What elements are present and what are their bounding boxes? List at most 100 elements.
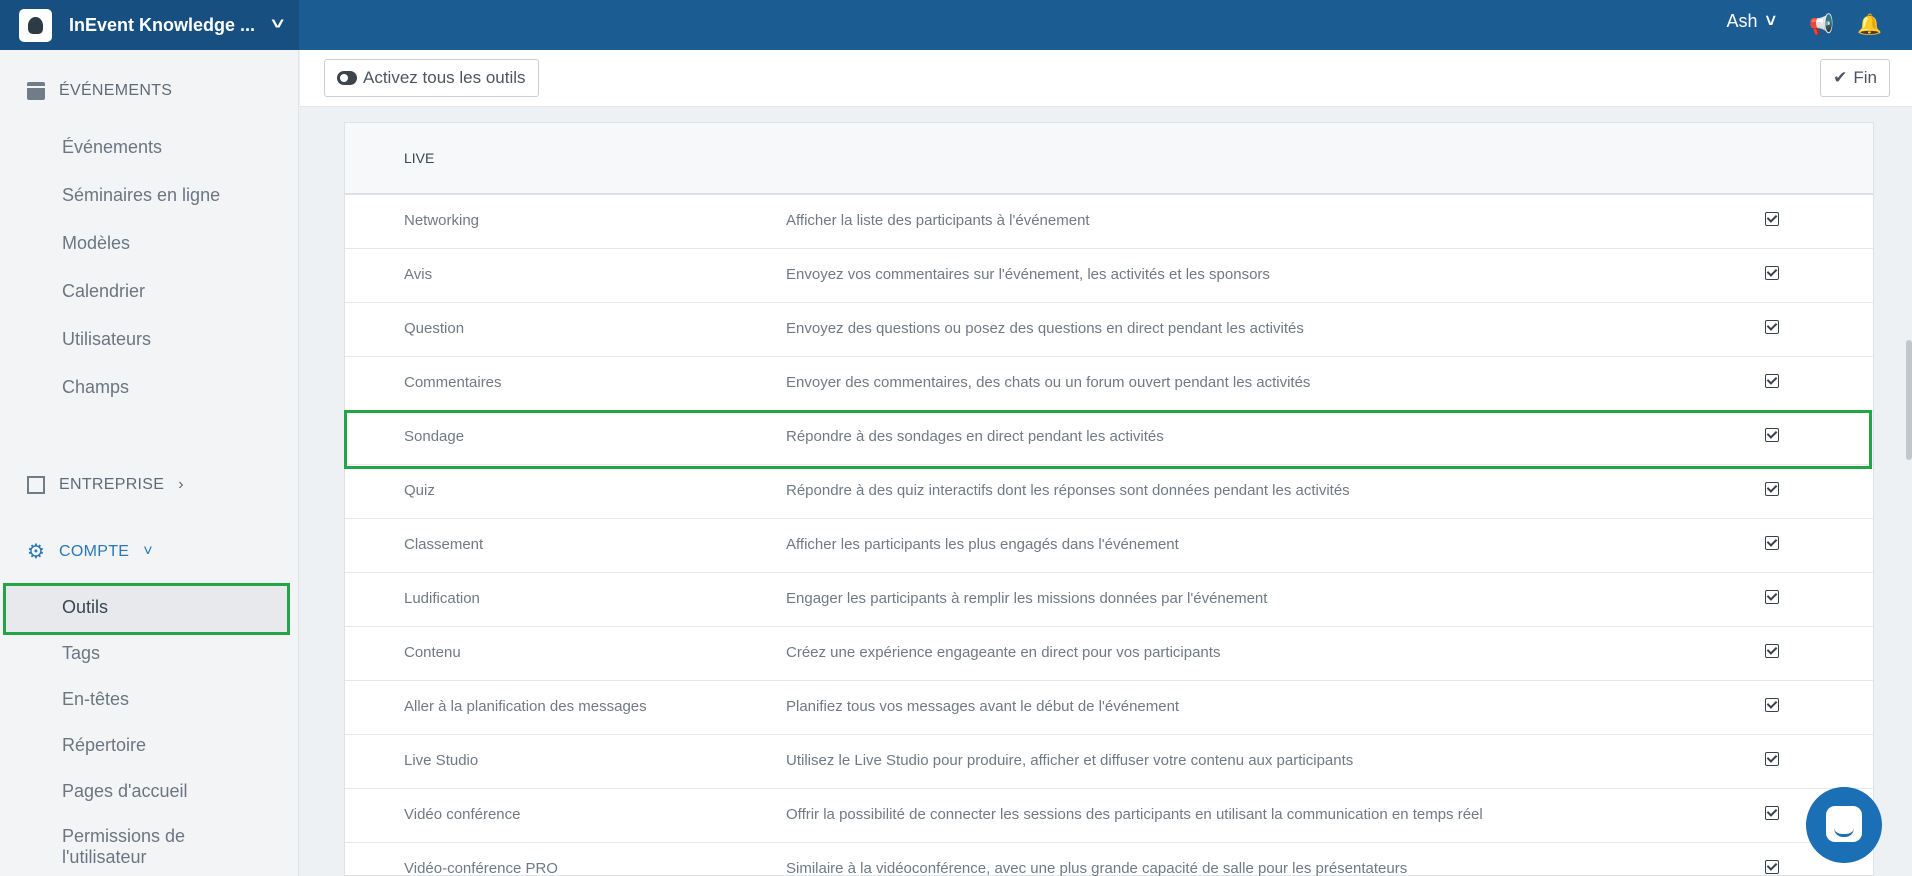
tool-checkbox[interactable]	[1765, 698, 1779, 712]
tool-description: Envoyez des questions ou posez des quest…	[786, 320, 1304, 337]
table-row: Vidéo conférence Offrir la possibilité de…	[345, 789, 1873, 843]
tool-description: Répondre à des quiz interactifs dont les…	[786, 482, 1350, 499]
building-icon	[27, 476, 45, 494]
tool-name: Question	[404, 320, 465, 337]
tool-checkbox[interactable]	[1765, 374, 1779, 388]
check-icon: ✔	[1833, 68, 1848, 87]
tool-description: Répondre à des sondages en direct pendan…	[786, 428, 1164, 445]
tool-name: Contenu	[404, 644, 461, 661]
table-row: Live Studio Utilisez le Live Studio pour …	[345, 735, 1873, 789]
tool-name: Ludification	[404, 590, 480, 607]
scrollbar[interactable]	[1906, 340, 1912, 460]
tool-checkbox[interactable]	[1765, 536, 1779, 550]
sidebar-item-fields[interactable]: Champs	[62, 377, 129, 398]
enable-all-tools-button[interactable]: Activez tous les outils	[324, 59, 539, 97]
tool-checkbox[interactable]	[1765, 428, 1779, 442]
company-section-label: ENTREPRISE	[59, 476, 165, 493]
top-bar: InEvent Knowledge ... ˅ Ash ˅ 📢 🔔	[0, 0, 1912, 50]
org-switcher[interactable]: InEvent Knowledge ... ˅	[0, 0, 299, 50]
tool-checkbox[interactable]	[1765, 482, 1779, 496]
toolbar: Activez tous les outils ✔ Fin	[300, 50, 1912, 107]
events-section-header[interactable]: ÉVÉNEMENTS	[27, 82, 172, 100]
calendar-icon	[27, 82, 45, 100]
tools-table: LIVE Networking Afficher la liste des par…	[344, 122, 1874, 876]
tool-name: Commentaires	[404, 374, 502, 391]
tool-name: Networking	[404, 212, 480, 229]
tool-name: Vidéo conférence	[404, 806, 521, 823]
table-row: Contenu Créez une expérience engageante e…	[345, 627, 1873, 681]
company-logo	[19, 8, 52, 42]
bell-icon[interactable]: 🔔	[1857, 12, 1882, 37]
tool-description: Utilisez le Live Studio pour produire, a…	[786, 752, 1354, 769]
table-row: Commentaires Envoyer des commentaires, de…	[345, 357, 1873, 411]
tool-checkbox[interactable]	[1765, 644, 1779, 658]
tool-description: Afficher les participants les plus engag…	[786, 536, 1179, 553]
table-row: Classement Afficher les participants les …	[345, 519, 1873, 573]
user-name: Ash	[1726, 11, 1758, 31]
table-row: Aller à la planification des messages Pla…	[345, 681, 1873, 735]
tool-checkbox[interactable]	[1765, 590, 1779, 604]
table-row: Ludification Engager les participants à r…	[345, 573, 1873, 627]
tool-checkbox[interactable]	[1765, 860, 1779, 874]
sidebar-item-events[interactable]: Événements	[62, 137, 162, 158]
sidebar-item-users[interactable]: Utilisateurs	[62, 329, 151, 350]
chevron-down-icon: ˅	[143, 543, 153, 560]
table-row: Avis Envoyez vos commentaires sur l'événe…	[345, 249, 1873, 303]
sidebar-item-templates[interactable]: Modèles	[62, 233, 130, 254]
tool-name: Vidéo-conférence PRO	[404, 860, 558, 876]
tool-description: Afficher la liste des participants à l'é…	[786, 212, 1090, 229]
sidebar-item-tools[interactable]: Outils	[62, 597, 108, 618]
section-header: LIVE	[345, 123, 1873, 195]
tool-description: Offrir la possibilité de connecter les s…	[786, 806, 1483, 823]
megaphone-icon[interactable]: 📢	[1809, 12, 1834, 37]
sidebar-item-headers[interactable]: En-têtes	[62, 689, 129, 710]
chat-launcher-button[interactable]	[1806, 787, 1882, 863]
sidebar: ÉVÉNEMENTS Événements Séminaires en lign…	[0, 50, 299, 876]
table-row: Question Envoyez des questions ou posez d…	[345, 303, 1873, 357]
tool-checkbox[interactable]	[1765, 212, 1779, 226]
tool-description: Similaire à la vidéoconférence, avec une…	[786, 860, 1408, 876]
tool-name: Quiz	[404, 482, 435, 499]
tool-checkbox[interactable]	[1765, 752, 1779, 766]
table-body: Networking Afficher la liste des particip…	[345, 195, 1873, 876]
app-title: InEvent Knowledge ...	[69, 14, 256, 35]
sidebar-item-landing-pages[interactable]: Pages d'accueil	[62, 781, 188, 802]
table-row: Networking Afficher la liste des particip…	[345, 195, 1873, 249]
account-section-label: COMPTE	[59, 543, 130, 560]
account-section-header[interactable]: ⚙ COMPTE ˅	[27, 541, 153, 563]
chevron-right-icon: ›	[178, 476, 184, 493]
tool-checkbox[interactable]	[1765, 806, 1779, 820]
sidebar-item-directory[interactable]: Répertoire	[62, 735, 146, 756]
company-section-header[interactable]: ENTREPRISE ›	[27, 476, 184, 494]
table-row: Quiz Répondre à des quiz interactifs dont…	[345, 465, 1873, 519]
tool-description: Envoyer des commentaires, des chats ou u…	[786, 374, 1311, 391]
sidebar-item-calendar[interactable]: Calendrier	[62, 281, 145, 302]
tool-name: Live Studio	[404, 752, 479, 769]
sidebar-item-tags[interactable]: Tags	[62, 643, 100, 664]
tool-description: Créez une expérience engageante en direc…	[786, 644, 1221, 661]
chevron-down-icon: ˅	[271, 16, 285, 33]
tool-description: Engager les participants à remplir les m…	[786, 590, 1268, 607]
tool-checkbox[interactable]	[1765, 320, 1779, 334]
enable-all-label: Activez tous les outils	[363, 68, 526, 87]
active-item-highlight	[3, 583, 290, 635]
tool-name: Sondage	[404, 428, 465, 445]
tool-name: Classement	[404, 536, 484, 553]
gear-icon: ⚙	[27, 541, 46, 563]
done-button[interactable]: ✔ Fin	[1820, 59, 1890, 97]
chevron-down-icon: ˅	[1765, 11, 1776, 31]
table-row: Vidéo-conférence PRO Similaire à la vidéo…	[345, 843, 1873, 876]
sidebar-item-user-permissions[interactable]: Permissions de l'utilisateur	[62, 826, 212, 868]
done-label: Fin	[1853, 68, 1877, 87]
tool-description: Envoyez vos commentaires sur l'événement…	[786, 266, 1270, 283]
events-section-label: ÉVÉNEMENTS	[59, 82, 173, 99]
sidebar-item-webinars[interactable]: Séminaires en ligne	[62, 185, 220, 206]
user-menu[interactable]: Ash ˅	[1726, 11, 1776, 32]
section-title: LIVE	[404, 150, 435, 166]
table-row: Sondage Répondre à des sondages en direct…	[345, 411, 1873, 465]
tool-name: Avis	[404, 266, 433, 283]
tool-description: Planifiez tous vos messages avant le déb…	[786, 698, 1180, 715]
tool-checkbox[interactable]	[1765, 266, 1779, 280]
toggle-icon	[337, 71, 357, 85]
tool-name: Aller à la planification des messages	[404, 698, 647, 715]
